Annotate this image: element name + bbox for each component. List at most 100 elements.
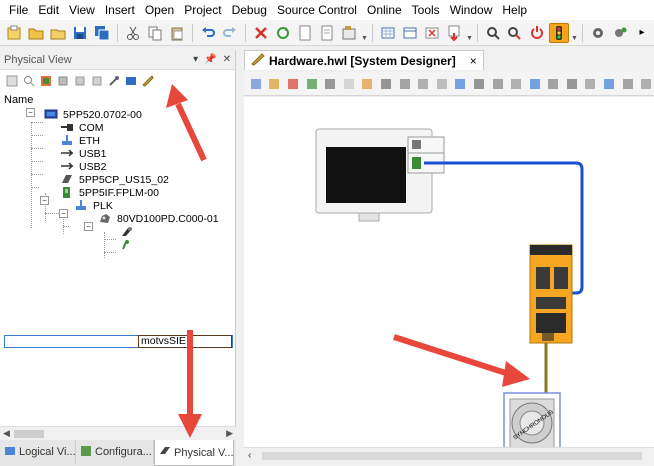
designer-tool-14-icon[interactable] — [490, 76, 506, 92]
designer-tool-20-icon[interactable] — [601, 76, 617, 92]
designer-tool-5-icon[interactable] — [322, 76, 338, 92]
document-tab[interactable]: Hardware.hwl [System Designer] × — [244, 50, 484, 70]
collapse-expander[interactable]: − — [84, 222, 93, 231]
cut-icon[interactable] — [123, 23, 143, 43]
tree-item[interactable]: PLK — [74, 199, 113, 212]
close-icon[interactable]: ✕ — [223, 54, 231, 65]
open-icon[interactable] — [48, 23, 68, 43]
grid-icon[interactable] — [378, 23, 398, 43]
copy-icon[interactable] — [145, 23, 165, 43]
dropdown-arrow-icon[interactable]: ▼ — [361, 24, 368, 42]
power-icon[interactable] — [527, 23, 547, 43]
designer-tool-17-icon[interactable] — [546, 76, 562, 92]
tree-item[interactable]: ETH — [60, 134, 100, 147]
menu-help[interactable]: Help — [497, 0, 532, 20]
scroll-thumb[interactable] — [262, 452, 642, 460]
designer-tool-19-icon[interactable] — [583, 76, 599, 92]
system-designer-icon[interactable] — [141, 74, 155, 88]
save-icon[interactable] — [70, 23, 90, 43]
tree-item[interactable]: COM — [60, 121, 104, 134]
scroll-right-icon[interactable]: ▶ — [226, 428, 233, 439]
tree-horizontal-scrollbar[interactable]: ◀ ▶ — [0, 426, 236, 440]
properties-icon[interactable] — [5, 74, 19, 88]
tools-icon[interactable] — [107, 74, 121, 88]
save-all-icon[interactable] — [92, 23, 112, 43]
menu-window[interactable]: Window — [445, 0, 498, 20]
menu-project[interactable]: Project — [179, 0, 226, 20]
tree-item[interactable]: USB2 — [60, 160, 106, 173]
tree-item[interactable]: 5PP520.0702-00 — [44, 108, 142, 121]
open-folder-icon[interactable] — [26, 23, 46, 43]
menu-file[interactable]: File — [4, 0, 33, 20]
delete-icon[interactable] — [251, 23, 271, 43]
document-icon[interactable] — [317, 23, 337, 43]
designer-tool-4-icon[interactable] — [304, 76, 320, 92]
menu-insert[interactable]: Insert — [100, 0, 140, 20]
tab-configuration-view[interactable]: Configura... — [76, 440, 154, 464]
tree-item[interactable]: USB1 — [60, 147, 106, 160]
designer-tool-15-icon[interactable] — [508, 76, 524, 92]
designer-tool-1-icon[interactable] — [248, 76, 264, 92]
panel-pc-device[interactable] — [315, 128, 445, 222]
designer-tool-9-icon[interactable] — [397, 76, 413, 92]
document-icon[interactable] — [295, 23, 315, 43]
configuration-icon[interactable] — [39, 74, 53, 88]
paste-icon[interactable] — [167, 23, 187, 43]
designer-tool-10-icon[interactable] — [415, 76, 431, 92]
monitor-icon[interactable] — [483, 23, 503, 43]
search-icon[interactable] — [22, 74, 36, 88]
designer-tool-2-icon[interactable] — [267, 76, 283, 92]
tree-item[interactable]: 5PP5CP_US15_02 — [60, 173, 169, 186]
designer-tool-22-icon[interactable] — [638, 76, 654, 92]
rename-input[interactable]: motvsSIE — [138, 335, 232, 348]
tree-item[interactable] — [120, 238, 139, 251]
designer-tool-12-icon[interactable] — [453, 76, 469, 92]
remove-icon[interactable] — [422, 23, 442, 43]
menu-online[interactable]: Online — [362, 0, 407, 20]
designer-tool-21-icon[interactable] — [620, 76, 636, 92]
hardware-canvas[interactable]: SYNCHRONOUS — [244, 97, 654, 447]
menu-open[interactable]: Open — [140, 0, 179, 20]
menu-edit[interactable]: Edit — [33, 0, 64, 20]
designer-tool-13-icon[interactable] — [471, 76, 487, 92]
designer-tool-16-icon[interactable] — [527, 76, 543, 92]
dropdown-arrow-icon[interactable]: ▼ — [466, 24, 473, 42]
dropdown-arrow-icon[interactable]: ▼ — [571, 24, 578, 42]
pin-icon[interactable]: 📌 — [204, 54, 216, 65]
redo-icon[interactable] — [220, 23, 240, 43]
io-icon[interactable] — [90, 74, 104, 88]
designer-tool-18-icon[interactable] — [564, 76, 580, 92]
network-icon[interactable] — [124, 74, 138, 88]
close-tab-icon[interactable]: × — [470, 54, 477, 68]
refresh-icon[interactable] — [273, 23, 293, 43]
collapse-expander[interactable]: − — [40, 196, 49, 205]
tab-physical-view[interactable]: Physical V... — [154, 440, 234, 466]
new-project-icon[interactable] — [4, 23, 24, 43]
table-icon[interactable] — [400, 23, 420, 43]
scroll-thumb[interactable] — [14, 430, 44, 438]
designer-tool-3-icon[interactable] — [285, 76, 301, 92]
menu-debug[interactable]: Debug — [227, 0, 272, 20]
tree-item[interactable]: 80VD100PD.C000-01 — [98, 212, 219, 225]
designer-tool-7-icon[interactable] — [360, 76, 376, 92]
designer-tool-6-icon[interactable] — [341, 76, 357, 92]
collapse-expander[interactable]: − — [59, 209, 68, 218]
traffic-light-icon[interactable] — [549, 22, 569, 43]
hardware-icon[interactable] — [56, 74, 70, 88]
tab-logical-view[interactable]: Logical Vi... — [0, 440, 76, 464]
synchronous-motor-device[interactable]: SYNCHRONOUS — [503, 392, 561, 447]
debug-gear-icon[interactable] — [610, 23, 630, 43]
designer-tool-8-icon[interactable] — [378, 76, 394, 92]
tree-item[interactable]: 5PP5IF.FPLM-00 — [60, 186, 159, 199]
menu-view[interactable]: View — [64, 0, 100, 20]
panel-menu-icon[interactable]: ▾ — [193, 54, 198, 65]
module-icon[interactable] — [73, 74, 87, 88]
watch-icon[interactable] — [505, 23, 525, 43]
settings-gear-icon[interactable] — [588, 23, 608, 43]
build-icon[interactable] — [339, 23, 359, 43]
menu-tools[interactable]: Tools — [407, 0, 445, 20]
undo-icon[interactable] — [198, 23, 218, 43]
more-icon[interactable]: ▸ — [632, 23, 652, 43]
menu-source-control[interactable]: Source Control — [272, 0, 362, 20]
collapse-expander[interactable]: − — [26, 108, 35, 117]
